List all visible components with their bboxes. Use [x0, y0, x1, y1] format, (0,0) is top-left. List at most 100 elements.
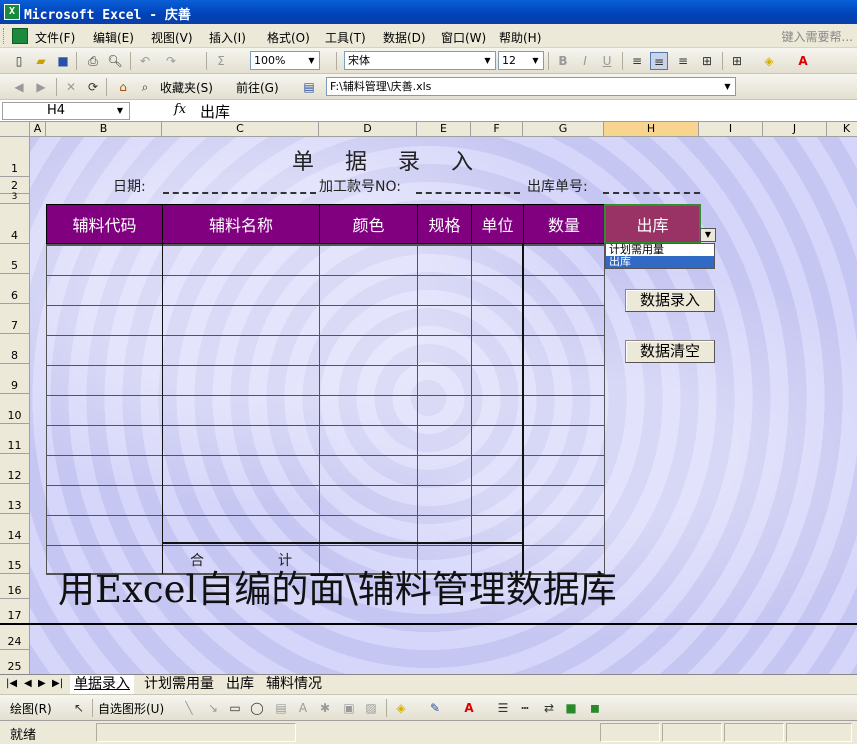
- name-box[interactable]: H4 ▼: [2, 102, 130, 120]
- menu-format[interactable]: 格式(O): [267, 29, 310, 46]
- col-header-d[interactable]: D: [319, 122, 417, 137]
- menu-edit[interactable]: 编辑(E): [93, 29, 134, 46]
- col-header-g[interactable]: G: [523, 122, 604, 137]
- dropdown-option-out[interactable]: 出库: [606, 256, 714, 268]
- menu-file[interactable]: 文件(F): [35, 29, 75, 46]
- font-color-icon[interactable]: A: [460, 699, 478, 717]
- col-header-k[interactable]: K: [827, 122, 857, 137]
- last-sheet-icon[interactable]: ▶|: [52, 678, 63, 689]
- goto-menu[interactable]: 前往(G): [236, 79, 279, 96]
- font-size-combo[interactable]: 12 ▼: [498, 51, 544, 70]
- col-header-j[interactable]: J: [763, 122, 827, 137]
- draw-menu[interactable]: 绘图(R): [10, 700, 52, 717]
- cell-h4-out[interactable]: 出库: [604, 204, 701, 244]
- tab-sheet-out[interactable]: 出库: [222, 675, 258, 694]
- col-header-h[interactable]: H: [604, 122, 699, 137]
- order-no-field[interactable]: [416, 192, 520, 194]
- arrow-icon[interactable]: ↘: [204, 699, 222, 717]
- prev-sheet-icon[interactable]: ◀: [24, 678, 32, 689]
- worksheet[interactable]: A B C D E F G H I J K 1 2 3 4 5 6 7 8 9 …: [0, 122, 857, 674]
- arrow-style-icon[interactable]: ⇄: [540, 699, 558, 717]
- date-field[interactable]: [163, 192, 316, 194]
- data-entry-button[interactable]: 数据录入: [625, 289, 715, 312]
- row-header[interactable]: 7: [0, 304, 30, 334]
- address-combo[interactable]: F:\辅料管理\庆善.xls ▼: [326, 77, 736, 96]
- stop-icon[interactable]: ✕: [62, 78, 80, 96]
- forward-icon[interactable]: ▶: [32, 78, 50, 96]
- print-preview-icon[interactable]: 🔍︎: [106, 52, 124, 70]
- first-sheet-icon[interactable]: |◀: [6, 678, 17, 689]
- chevron-down-icon[interactable]: ▼: [117, 103, 123, 119]
- italic-icon[interactable]: I: [576, 52, 594, 70]
- borders-icon[interactable]: ⊞: [728, 52, 746, 70]
- undo-icon[interactable]: ↶: [136, 52, 154, 70]
- col-header-e[interactable]: E: [417, 122, 471, 137]
- out-no-field[interactable]: [603, 192, 700, 194]
- diagram-icon[interactable]: ✱: [316, 699, 334, 717]
- new-icon[interactable]: ▯: [10, 52, 28, 70]
- line-icon[interactable]: ╲: [180, 699, 198, 717]
- favorites-menu[interactable]: 收藏夹(S): [160, 79, 213, 96]
- col-header-i[interactable]: I: [699, 122, 763, 137]
- line-style-icon[interactable]: ☰: [494, 699, 512, 717]
- picture-icon[interactable]: ▨: [362, 699, 380, 717]
- menu-help[interactable]: 帮助(H): [499, 29, 541, 46]
- rectangle-icon[interactable]: ▭: [226, 699, 244, 717]
- row-header[interactable]: 24: [0, 625, 30, 650]
- row-header[interactable]: 25: [0, 650, 30, 674]
- col-header-c[interactable]: C: [162, 122, 319, 137]
- excel-doc-icon[interactable]: [12, 28, 28, 44]
- align-left-icon[interactable]: ≡: [628, 52, 646, 70]
- tab-sheet-plan[interactable]: 计划需用量: [140, 675, 218, 694]
- tab-sheet-status[interactable]: 辅料情况: [262, 675, 326, 694]
- menu-view[interactable]: 视图(V): [151, 29, 193, 46]
- shadow-icon[interactable]: ■: [562, 699, 580, 717]
- autoshapes-menu[interactable]: 自选图形(U): [98, 700, 164, 717]
- chevron-down-icon[interactable]: ▼: [305, 53, 318, 68]
- validation-dropdown[interactable]: 计划需用量 出库: [605, 243, 715, 269]
- row-header[interactable]: 13: [0, 484, 30, 514]
- row-header[interactable]: 10: [0, 394, 30, 424]
- save-icon[interactable]: ■: [54, 52, 72, 70]
- dash-style-icon[interactable]: ┅: [516, 699, 534, 717]
- align-right-icon[interactable]: ≡: [674, 52, 692, 70]
- 3d-icon[interactable]: ◼: [586, 699, 604, 717]
- row-header[interactable]: 14: [0, 514, 30, 544]
- col-header-b[interactable]: B: [46, 122, 162, 137]
- font-color-icon[interactable]: A: [794, 52, 812, 70]
- home-icon[interactable]: ⌂: [114, 78, 132, 96]
- col-header-a[interactable]: A: [30, 122, 46, 137]
- textbox-icon[interactable]: ▤: [272, 699, 290, 717]
- refresh-icon[interactable]: ⟳: [84, 78, 102, 96]
- tab-sheet-entry[interactable]: 单据录入: [70, 675, 134, 694]
- clipart-icon[interactable]: ▣: [340, 699, 358, 717]
- select-all-corner[interactable]: [0, 122, 30, 137]
- formula-input[interactable]: 出库: [200, 101, 230, 122]
- row-header[interactable]: 4: [0, 204, 30, 244]
- help-search-input[interactable]: 键入需要帮...: [782, 28, 853, 45]
- row-header[interactable]: 17: [0, 599, 30, 624]
- row-header[interactable]: 8: [0, 334, 30, 364]
- toolbar-grip[interactable]: [3, 28, 6, 44]
- chevron-down-icon[interactable]: ▼: [481, 53, 494, 68]
- row-header[interactable]: 1: [0, 137, 30, 177]
- back-icon[interactable]: ◀: [10, 78, 28, 96]
- chevron-down-icon[interactable]: ▼: [721, 79, 734, 94]
- autosum-icon[interactable]: Σ: [212, 52, 230, 70]
- bold-icon[interactable]: B: [554, 52, 572, 70]
- data-clear-button[interactable]: 数据清空: [625, 340, 715, 363]
- excel-icon[interactable]: X: [4, 4, 20, 20]
- merge-center-icon[interactable]: ⊞: [698, 52, 716, 70]
- font-combo[interactable]: 宋体 ▼: [344, 51, 496, 70]
- line-color-icon[interactable]: ✎: [426, 699, 444, 717]
- zoom-combo[interactable]: 100% ▼: [250, 51, 320, 70]
- next-sheet-icon[interactable]: ▶: [38, 678, 46, 689]
- row-header[interactable]: 16: [0, 574, 30, 599]
- align-center-icon[interactable]: ≡: [650, 52, 668, 70]
- fill-color-icon[interactable]: ◈: [392, 699, 410, 717]
- row-header[interactable]: 6: [0, 274, 30, 304]
- row-header[interactable]: 12: [0, 454, 30, 484]
- row-header[interactable]: 5: [0, 244, 30, 274]
- chevron-down-icon[interactable]: ▼: [700, 228, 716, 242]
- redo-icon[interactable]: ↷: [162, 52, 180, 70]
